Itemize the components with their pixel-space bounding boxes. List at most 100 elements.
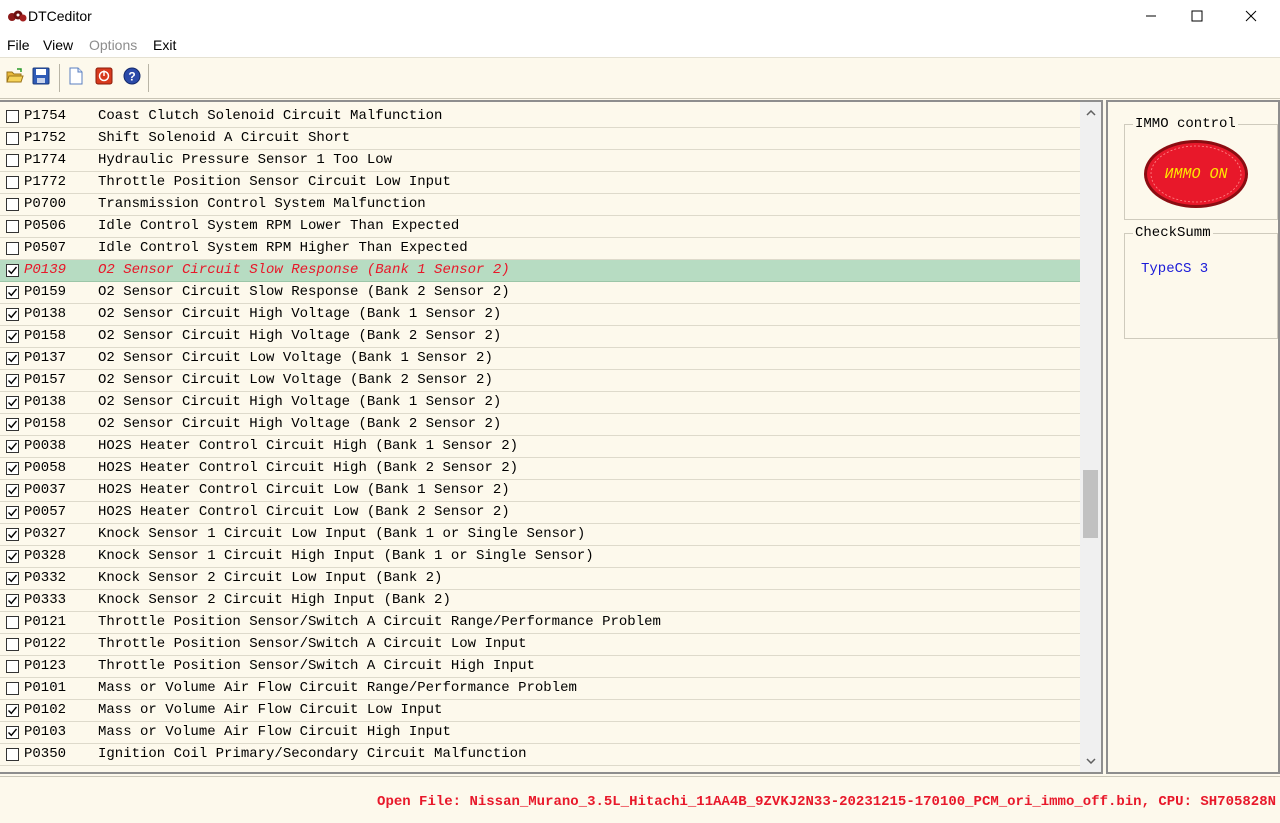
table-row[interactable]: P0037 HO2S Heater Control Circuit Low (Ba…	[0, 480, 1080, 502]
immo-control-label: IMMO control	[1133, 116, 1238, 132]
row-checkbox[interactable]	[6, 198, 19, 211]
table-row[interactable]: P0057 HO2S Heater Control Circuit Low (Ba…	[0, 502, 1080, 524]
dtc-list[interactable]: P1754 Coast Clutch Solenoid Circuit Malfu…	[0, 100, 1103, 774]
checksum-label: CheckSumm	[1133, 225, 1213, 241]
scroll-thumb[interactable]	[1083, 470, 1098, 538]
dtc-code: P1772	[24, 174, 67, 190]
menu-options[interactable]: Options	[89, 37, 137, 53]
table-row[interactable]: P0138 O2 Sensor Circuit High Voltage (Ban…	[0, 304, 1080, 326]
dtc-code: P0057	[24, 504, 67, 520]
dtc-description: Knock Sensor 1 Circuit Low Input (Bank 1…	[98, 526, 586, 542]
row-checkbox[interactable]	[6, 704, 19, 717]
table-row[interactable]: P0159 O2 Sensor Circuit Slow Response (Ba…	[0, 282, 1080, 304]
table-row[interactable]: P0103 Mass or Volume Air Flow Circuit Hig…	[0, 722, 1080, 744]
row-checkbox[interactable]	[6, 528, 19, 541]
row-checkbox[interactable]	[6, 154, 19, 167]
table-row[interactable]: P0333 Knock Sensor 2 Circuit High Input (…	[0, 590, 1080, 612]
table-row[interactable]: P0058 HO2S Heater Control Circuit High (B…	[0, 458, 1080, 480]
row-checkbox[interactable]	[6, 572, 19, 585]
row-checkbox[interactable]	[6, 264, 19, 277]
row-checkbox[interactable]	[6, 396, 19, 409]
row-checkbox[interactable]	[6, 594, 19, 607]
row-checkbox[interactable]	[6, 374, 19, 387]
row-checkbox[interactable]	[6, 440, 19, 453]
row-checkbox[interactable]	[6, 550, 19, 563]
row-checkbox[interactable]	[6, 176, 19, 189]
table-row[interactable]: P0102 Mass or Volume Air Flow Circuit Low…	[0, 700, 1080, 722]
table-row[interactable]: P0138 O2 Sensor Circuit High Voltage (Ban…	[0, 392, 1080, 414]
row-checkbox[interactable]	[6, 462, 19, 475]
menu-file[interactable]: File	[7, 37, 30, 53]
table-row[interactable]: P0139 O2 Sensor Circuit Slow Response (Ba…	[0, 260, 1080, 282]
row-checkbox[interactable]	[6, 506, 19, 519]
table-row[interactable]: P1754 Coast Clutch Solenoid Circuit Malfu…	[0, 106, 1080, 128]
row-checkbox[interactable]	[6, 330, 19, 343]
table-row[interactable]: P0506 Idle Control System RPM Lower Than …	[0, 216, 1080, 238]
dtc-code: P0122	[24, 636, 67, 652]
table-row[interactable]: P0038 HO2S Heater Control Circuit High (B…	[0, 436, 1080, 458]
table-row[interactable]: P1772 Throttle Position Sensor Circuit Lo…	[0, 172, 1080, 194]
table-row[interactable]: P0328 Knock Sensor 1 Circuit High Input (…	[0, 546, 1080, 568]
open-folder-icon	[6, 68, 24, 83]
table-row[interactable]: P0158 O2 Sensor Circuit High Voltage (Ban…	[0, 326, 1080, 348]
minimize-button[interactable]	[1128, 0, 1174, 32]
vertical-scrollbar[interactable]	[1080, 102, 1101, 772]
row-checkbox[interactable]	[6, 726, 19, 739]
table-row[interactable]: P1752 Shift Solenoid A Circuit Short	[0, 128, 1080, 150]
help-button[interactable]: ?	[122, 66, 142, 86]
row-checkbox[interactable]	[6, 242, 19, 255]
row-checkbox[interactable]	[6, 308, 19, 321]
row-checkbox[interactable]	[6, 220, 19, 233]
menu-view[interactable]: View	[43, 37, 73, 53]
checkmark-icon	[8, 310, 18, 319]
dtc-description: Throttle Position Sensor Circuit Low Inp…	[98, 174, 451, 190]
dtc-description: Knock Sensor 1 Circuit High Input (Bank …	[98, 548, 594, 564]
scroll-down-button[interactable]	[1080, 752, 1101, 770]
dtc-code: P0038	[24, 438, 67, 454]
table-row[interactable]: P0121 Throttle Position Sensor/Switch A C…	[0, 612, 1080, 634]
table-row[interactable]: P0157 O2 Sensor Circuit Low Voltage (Bank…	[0, 370, 1080, 392]
row-checkbox[interactable]	[6, 660, 19, 673]
checkmark-icon	[8, 552, 18, 561]
table-row[interactable]: P0327 Knock Sensor 1 Circuit Low Input (B…	[0, 524, 1080, 546]
table-row[interactable]: P0122 Throttle Position Sensor/Switch A C…	[0, 634, 1080, 656]
maximize-button[interactable]	[1174, 0, 1220, 32]
dtc-code: P1754	[24, 108, 67, 124]
row-checkbox[interactable]	[6, 484, 19, 497]
row-checkbox[interactable]	[6, 638, 19, 651]
help-icon: ?	[123, 67, 141, 85]
scroll-up-button[interactable]	[1080, 104, 1101, 122]
save-button[interactable]	[31, 66, 51, 86]
menu-bar: File View Options Exit	[0, 32, 1280, 58]
row-checkbox[interactable]	[6, 418, 19, 431]
dtc-description: O2 Sensor Circuit Slow Response (Bank 1 …	[98, 262, 510, 278]
window-title: DTCeditor	[28, 8, 92, 24]
table-row[interactable]: P1774 Hydraulic Pressure Sensor 1 Too Low	[0, 150, 1080, 172]
row-checkbox[interactable]	[6, 616, 19, 629]
table-row[interactable]: P0123 Throttle Position Sensor/Switch A C…	[0, 656, 1080, 678]
table-row[interactable]: P0507 Idle Control System RPM Higher Than…	[0, 238, 1080, 260]
right-panel: IMMO control ИММО ON CheckSumm TypeCS 3	[1106, 100, 1280, 774]
stop-button[interactable]	[94, 66, 114, 86]
close-button[interactable]	[1228, 0, 1274, 32]
row-checkbox[interactable]	[6, 132, 19, 145]
dtc-description: Mass or Volume Air Flow Circuit Range/Pe…	[98, 680, 577, 696]
checkmark-icon	[8, 266, 18, 275]
row-checkbox[interactable]	[6, 748, 19, 761]
table-row[interactable]: P0158 O2 Sensor Circuit High Voltage (Ban…	[0, 414, 1080, 436]
row-checkbox[interactable]	[6, 352, 19, 365]
immo-toggle-button[interactable]: ИММО ON	[1143, 139, 1249, 209]
dtc-code: P0506	[24, 218, 67, 234]
row-checkbox[interactable]	[6, 682, 19, 695]
row-checkbox[interactable]	[6, 110, 19, 123]
dtc-description: Transmission Control System Malfunction	[98, 196, 426, 212]
table-row[interactable]: P0350 Ignition Coil Primary/Secondary Cir…	[0, 744, 1080, 766]
menu-exit[interactable]: Exit	[153, 37, 176, 53]
table-row[interactable]: P0700 Transmission Control System Malfunc…	[0, 194, 1080, 216]
table-row[interactable]: P0332 Knock Sensor 2 Circuit Low Input (B…	[0, 568, 1080, 590]
row-checkbox[interactable]	[6, 286, 19, 299]
table-row[interactable]: P0137 O2 Sensor Circuit Low Voltage (Bank…	[0, 348, 1080, 370]
new-button[interactable]	[66, 66, 86, 86]
table-row[interactable]: P0101 Mass or Volume Air Flow Circuit Ran…	[0, 678, 1080, 700]
open-button[interactable]	[5, 66, 25, 86]
